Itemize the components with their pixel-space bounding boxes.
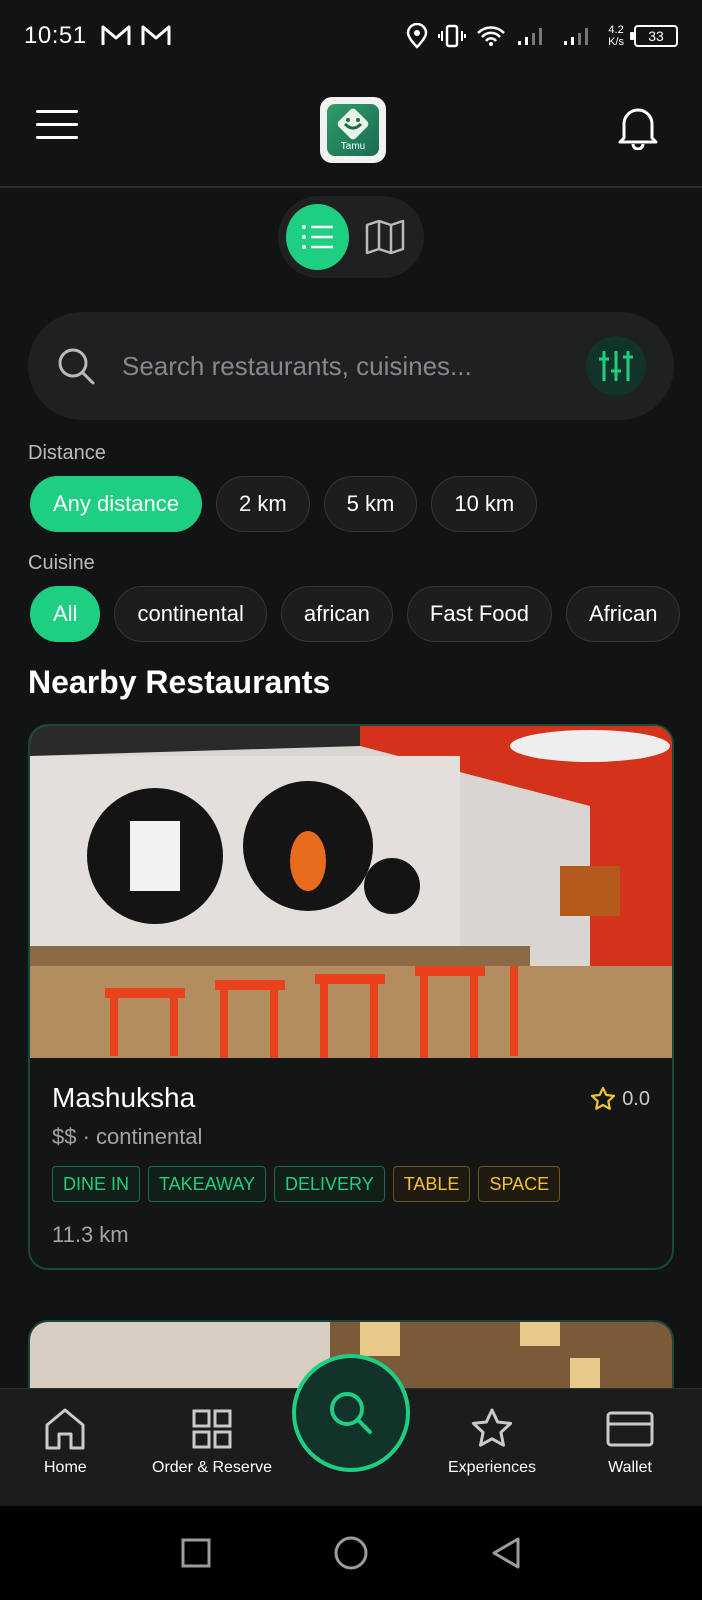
- search-fab[interactable]: [292, 1354, 410, 1472]
- cuisine-label: Cuisine: [28, 552, 95, 574]
- bell-icon: [618, 108, 658, 151]
- search-icon: [330, 1392, 372, 1434]
- screen: 10:51 4.2 K/s 33 Tamu Search restaurants…: [0, 0, 702, 1600]
- list-view-button[interactable]: [286, 204, 349, 270]
- restaurant-info: Mashuksha 0.0 $$ · continental DINE IN T…: [30, 1058, 672, 1268]
- nav-wallet-label: Wallet: [608, 1459, 652, 1476]
- map-icon: [365, 219, 404, 255]
- chip-african-2[interactable]: African: [565, 586, 681, 642]
- cuisine-chips: All continental african Fast Food Africa…: [30, 586, 681, 642]
- wallet-icon: [606, 1411, 654, 1447]
- hamburger-line: [36, 136, 78, 139]
- gmail-icon: [101, 25, 131, 45]
- tag-takeaway: TAKEAWAY: [148, 1166, 267, 1202]
- search-icon: [58, 348, 95, 385]
- nav-experiences[interactable]: Experiences: [448, 1407, 536, 1477]
- signal-icon: [518, 28, 543, 45]
- status-indicators: 4.2 K/s 33: [406, 23, 678, 49]
- section-title: Nearby Restaurants: [28, 664, 331, 700]
- nav-order-label: Order & Reserve: [152, 1459, 273, 1476]
- chip-any-distance[interactable]: Any distance: [30, 476, 202, 532]
- restaurant-card[interactable]: Mashuksha 0.0 $$ · continental DINE IN T…: [28, 724, 674, 1270]
- vibrate-icon: [438, 24, 467, 48]
- location-icon: [406, 23, 428, 49]
- nav-order-reserve[interactable]: Order & Reserve: [152, 1407, 272, 1477]
- tag-space: SPACE: [478, 1166, 561, 1202]
- menu-button[interactable]: [36, 110, 78, 142]
- map-view-button[interactable]: [353, 204, 416, 270]
- star-icon: [591, 1086, 616, 1110]
- hamburger-line: [36, 123, 78, 126]
- nav-experiences-label: Experiences: [448, 1459, 537, 1476]
- service-tags: DINE IN TAKEAWAY DELIVERY TABLE SPACE: [52, 1166, 650, 1202]
- restaurant-photo: [30, 726, 672, 1058]
- restaurant-distance: 11.3 km: [52, 1222, 129, 1247]
- chip-10km[interactable]: 10 km: [431, 476, 538, 532]
- battery-icon: 33: [630, 25, 678, 47]
- restaurant-name: Mashuksha: [52, 1082, 196, 1113]
- system-nav-bar: [0, 1506, 702, 1600]
- tag-dine-in: DINE IN: [52, 1166, 141, 1202]
- grid-icon: [192, 1409, 232, 1449]
- search-input[interactable]: [122, 350, 586, 382]
- restaurant-rating: 0.0: [590, 1086, 650, 1112]
- wifi-icon: [477, 26, 505, 46]
- nav-home[interactable]: Home: [44, 1407, 87, 1477]
- notifications-button[interactable]: [618, 104, 658, 151]
- signal-icon: [564, 28, 589, 45]
- nav-wallet[interactable]: Wallet: [606, 1407, 654, 1477]
- status-time: 10:51: [24, 22, 87, 49]
- tag-table: TABLE: [392, 1166, 471, 1202]
- logo-mark: Tamu: [327, 104, 379, 156]
- search-bar: [28, 312, 674, 420]
- distance-chips: Any distance 2 km 5 km 10 km: [30, 476, 538, 532]
- chip-continental[interactable]: continental: [114, 586, 267, 642]
- rating-value: 0.0: [622, 1087, 650, 1110]
- restaurant-image: [30, 726, 672, 1058]
- list-icon: [301, 225, 333, 249]
- hamburger-icon: [36, 110, 78, 113]
- recents-icon[interactable]: [180, 1537, 212, 1569]
- net-speed-unit: K/s: [608, 36, 624, 48]
- app-logo: Tamu: [320, 97, 386, 163]
- view-toggle: [278, 196, 424, 278]
- net-speed-value: 4.2: [608, 24, 624, 36]
- chip-2km[interactable]: 2 km: [215, 476, 310, 532]
- app-bar: Tamu: [0, 72, 702, 188]
- battery-level: 33: [648, 28, 664, 44]
- logo-text: Tamu: [340, 141, 366, 152]
- filter-button[interactable]: [586, 336, 646, 396]
- restaurant-meta: $$ · continental: [52, 1124, 203, 1149]
- sliders-icon: [599, 351, 633, 381]
- status-notifications: [101, 25, 171, 47]
- star-icon: [471, 1408, 513, 1447]
- chip-fast-food[interactable]: Fast Food: [406, 586, 552, 642]
- home-circle-icon[interactable]: [333, 1535, 369, 1571]
- tag-delivery: DELIVERY: [274, 1166, 385, 1202]
- home-icon: [45, 1408, 85, 1450]
- chip-all[interactable]: All: [30, 586, 101, 642]
- chip-5km[interactable]: 5 km: [323, 476, 418, 532]
- chip-african[interactable]: african: [280, 586, 393, 642]
- gmail-icon: [141, 25, 171, 45]
- nav-home-label: Home: [44, 1459, 87, 1476]
- back-icon[interactable]: [490, 1536, 522, 1570]
- distance-label: Distance: [28, 442, 106, 464]
- network-speed: 4.2 K/s: [608, 24, 624, 48]
- status-bar: 10:51 4.2 K/s 33: [0, 0, 702, 72]
